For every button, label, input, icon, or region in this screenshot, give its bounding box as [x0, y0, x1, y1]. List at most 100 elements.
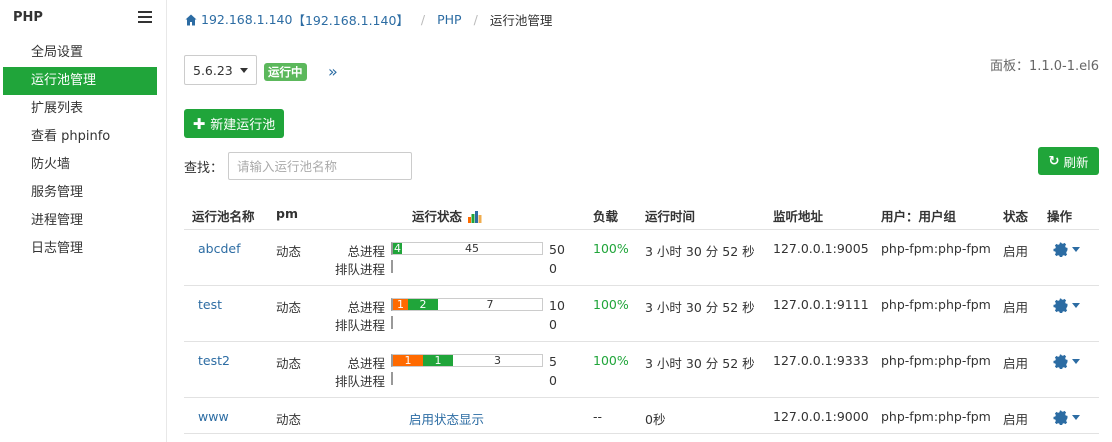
actions-dropdown[interactable]: [1047, 409, 1080, 428]
queue-bar: [391, 372, 393, 385]
sidebar-item-services[interactable]: 服务管理: [3, 179, 157, 207]
uptime-value: 0秒: [645, 412, 666, 427]
enable-status-display-link[interactable]: 启用状态显示: [409, 409, 679, 428]
sidebar: PHP 全局设置 运行池管理 扩展列表 查看 phpinfo 防火墙 服务管理 …: [0, 0, 167, 442]
breadcrumb-separator: /: [473, 12, 478, 27]
chevron-down-icon: [1072, 414, 1080, 420]
gear-icon[interactable]: [1053, 353, 1080, 369]
process-bar: 4 45: [391, 242, 543, 255]
col-header-user: 用户：用户组: [881, 209, 957, 224]
listen-address: 127.0.0.1:9111: [773, 297, 869, 312]
queue-bar: [391, 260, 393, 273]
total-process-label: 总进程: [347, 356, 385, 371]
menu-toggle-icon[interactable]: [138, 11, 152, 23]
table-row: www 动态 启用状态显示 -- 0秒 127.0.0.1:9000 php-f…: [184, 398, 1099, 434]
queue-process-count: 0: [549, 317, 557, 332]
enable-status-display-label[interactable]: 启用状态显示: [409, 412, 484, 427]
pool-name-link[interactable]: abcdef: [198, 241, 241, 256]
total-process-label: 总进程: [347, 244, 385, 259]
pool-name-link[interactable]: test2: [198, 353, 230, 368]
user-group: php-fpm:php-fpm: [881, 409, 991, 424]
main-content: 192.168.1.140 【192.168.1.140】 / PHP / 运行…: [167, 0, 1112, 442]
remaining-segment: 7: [486, 298, 494, 311]
queue-process-count: 0: [549, 373, 557, 388]
sidebar-item-logs[interactable]: 日志管理: [3, 235, 157, 263]
php-version-select[interactable]: 5.6.23: [184, 55, 257, 85]
load-value: --: [593, 409, 603, 424]
gear-icon[interactable]: [1053, 241, 1080, 257]
listen-address: 127.0.0.1:9333: [773, 353, 869, 368]
sidebar-item-processes[interactable]: 进程管理: [3, 207, 157, 235]
chevron-down-icon: [240, 68, 248, 73]
total-process-count: 10: [549, 298, 565, 313]
sidebar-title: PHP: [13, 9, 43, 25]
sidebar-item-phpinfo[interactable]: 查看 phpinfo: [3, 123, 157, 151]
gear-icon[interactable]: [1053, 297, 1080, 313]
actions-dropdown[interactable]: [1047, 297, 1080, 316]
queue-process-label: 排队进程: [334, 374, 385, 389]
col-header-state: 状态: [1003, 209, 1029, 224]
sidebar-item-extensions[interactable]: 扩展列表: [3, 95, 157, 123]
new-pool-button[interactable]: ✚ 新建运行池: [184, 109, 284, 138]
col-header-address: 监听地址: [773, 209, 824, 224]
refresh-button[interactable]: ↻ 刷新: [1038, 147, 1099, 175]
pool-state: 启用: [1003, 412, 1029, 427]
bar-chart-icon[interactable]: [468, 210, 482, 223]
pool-name-link[interactable]: www: [198, 409, 229, 424]
user-group: php-fpm:php-fpm: [881, 297, 991, 312]
search-input[interactable]: [228, 152, 412, 180]
sidebar-menu: 全局设置 运行池管理 扩展列表 查看 phpinfo 防火墙 服务管理 进程管理…: [0, 39, 166, 263]
col-header-name: 运行池名称: [192, 209, 255, 224]
total-process-label: 总进程: [347, 300, 385, 315]
load-value: 100%: [593, 241, 629, 256]
breadcrumb-section[interactable]: PHP: [437, 12, 461, 27]
actions-dropdown[interactable]: [1047, 241, 1080, 260]
busy-segment: 1: [393, 355, 423, 366]
table-header: 运行池名称 pm 运行状态 负载 运行时间 监听地址 用户：用户组 状态 操作: [184, 197, 1099, 230]
col-header-uptime: 运行时间: [645, 209, 696, 224]
php-version-value: 5.6.23: [193, 62, 233, 78]
actions-dropdown[interactable]: [1047, 353, 1080, 372]
breadcrumb-host[interactable]: 192.168.1.140: [201, 12, 292, 27]
pool-state: 启用: [1003, 300, 1029, 315]
sidebar-item-global-settings[interactable]: 全局设置: [3, 39, 157, 67]
table-row: test2 动态 总进程 1 1 3 5 排队进程 0 100% 3 小时 30…: [184, 342, 1099, 398]
idle-segment: 4: [393, 242, 402, 255]
total-process-count: 5: [549, 354, 557, 369]
load-value: 100%: [593, 297, 629, 312]
breadcrumb-host-bracket[interactable]: 【192.168.1.140】: [292, 10, 408, 29]
remaining-segment: 45: [465, 242, 479, 255]
listen-address: 127.0.0.1:9000: [773, 409, 869, 424]
queue-process-label: 排队进程: [334, 262, 385, 277]
col-header-pm: pm: [276, 206, 298, 221]
pool-table: 运行池名称 pm 运行状态 负载 运行时间 监听地址 用户：用户组 状态 操作 …: [184, 197, 1099, 434]
load-value: 100%: [593, 353, 629, 368]
panel-version: 面板：1.1.0-1.el6: [989, 59, 1099, 74]
status-badge: 运行中: [264, 63, 307, 81]
col-header-status-label: 运行状态: [412, 209, 463, 224]
remaining-segment: 3: [494, 354, 501, 367]
user-group: php-fpm:php-fpm: [881, 353, 991, 368]
refresh-icon: ↻: [1048, 153, 1060, 169]
process-bar: 1 2 7: [391, 298, 543, 311]
double-chevron-right-icon[interactable]: »: [328, 62, 338, 81]
pm-mode: 动态: [276, 244, 302, 259]
pm-mode: 动态: [276, 300, 302, 315]
pm-mode: 动态: [276, 412, 302, 427]
refresh-button-label: 刷新: [1063, 154, 1089, 170]
sidebar-item-pool-management[interactable]: 运行池管理: [3, 67, 157, 95]
uptime-value: 3 小时 30 分 52 秒: [645, 244, 755, 259]
gear-icon[interactable]: [1053, 409, 1080, 425]
uptime-value: 3 小时 30 分 52 秒: [645, 300, 755, 315]
idle-segment: 1: [423, 355, 453, 366]
listen-address: 127.0.0.1:9005: [773, 241, 869, 256]
queue-process-label: 排队进程: [334, 318, 385, 333]
breadcrumb-separator: /: [420, 12, 426, 27]
table-row: abcdef 动态 总进程 4 45 50 排队进程 0 100% 3 小时 3…: [184, 230, 1099, 286]
pm-mode: 动态: [276, 356, 302, 371]
col-header-load: 负载: [593, 209, 619, 224]
sidebar-item-firewall[interactable]: 防火墙: [3, 151, 157, 179]
breadcrumb: 192.168.1.140 【192.168.1.140】 / PHP / 运行…: [185, 10, 552, 29]
pool-name-link[interactable]: test: [198, 297, 222, 312]
total-process-count: 50: [549, 242, 565, 257]
